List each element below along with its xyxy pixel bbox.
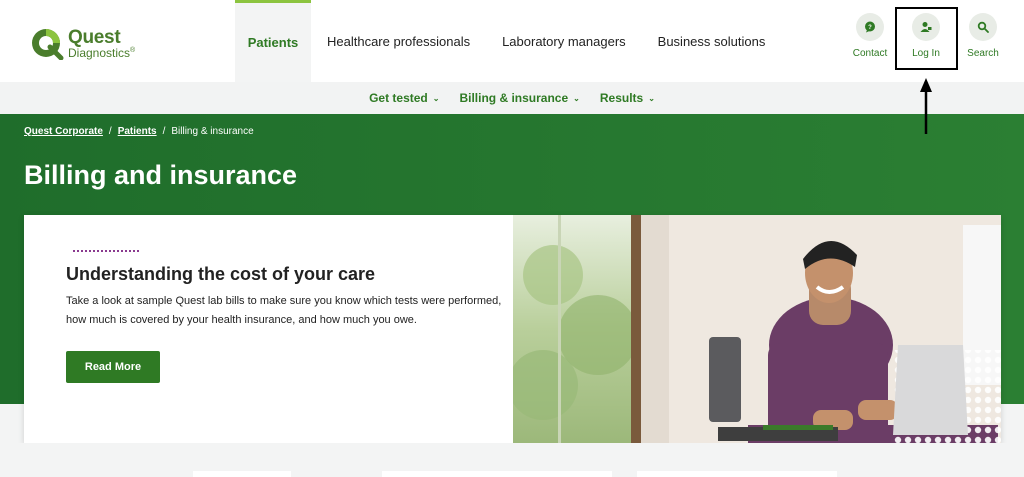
chevron-down-icon: ⌄ <box>432 93 440 103</box>
breadcrumb-patients[interactable]: Patients <box>118 126 157 137</box>
chat-bubble-icon: ? <box>856 13 884 41</box>
chevron-down-icon: ⌄ <box>648 93 655 103</box>
dotted-accent-line <box>73 250 139 252</box>
breadcrumb-current: Billing & insurance <box>171 126 254 137</box>
sub-nav: Get tested ⌄ Billing & insurance ⌄ Results… <box>0 82 1024 114</box>
contact-label: Contact <box>852 48 888 59</box>
nav-item-patients[interactable]: Patients <box>235 0 311 82</box>
nav-item-healthcare-professionals[interactable]: Healthcare professionals <box>311 0 486 82</box>
quest-q-icon <box>30 26 64 61</box>
card-title: Understanding the cost of your care <box>66 264 376 284</box>
page-title: Billing and insurance <box>24 160 298 190</box>
search-icon <box>969 13 997 41</box>
breadcrumb-separator: / <box>108 126 112 137</box>
nav-item-business-solutions[interactable]: Business solutions <box>642 0 782 82</box>
man-on-laptop-photo <box>513 215 1001 443</box>
next-card-stub <box>382 471 612 477</box>
breadcrumb: Quest Corporate / Patients / Billing & i… <box>24 126 254 137</box>
quest-logo[interactable]: Quest Diagnostics® <box>30 26 136 61</box>
logo-name: Quest <box>68 26 121 48</box>
logo-subtitle: Diagnostics® <box>68 45 136 60</box>
read-more-button[interactable]: Read More <box>66 351 160 383</box>
feature-card: Understanding the cost of your care Take… <box>24 215 1001 443</box>
breadcrumb-quest-corporate[interactable]: Quest Corporate <box>24 126 103 137</box>
chevron-down-icon: ⌄ <box>573 93 580 103</box>
main-nav: Patients Healthcare professionals Labora… <box>235 0 781 82</box>
search-label: Search <box>967 48 999 59</box>
next-card-stub <box>193 471 291 477</box>
subnav-get-tested[interactable]: Get tested ⌄ <box>369 91 439 105</box>
svg-text:?: ? <box>868 25 872 31</box>
next-card-stub <box>637 471 837 477</box>
contact-link[interactable]: ? Contact <box>842 0 898 82</box>
breadcrumb-separator: / <box>162 126 166 137</box>
login-highlight-box <box>895 7 958 70</box>
card-body: Take a look at sample Quest lab bills to… <box>66 295 502 326</box>
nav-item-laboratory-managers[interactable]: Laboratory managers <box>486 0 642 82</box>
subnav-results[interactable]: Results ⌄ <box>600 91 655 105</box>
subnav-billing-insurance[interactable]: Billing & insurance ⌄ <box>459 91 579 105</box>
search-link[interactable]: Search <box>955 0 1011 82</box>
top-header: Quest Diagnostics® Patients Healthcare p… <box>0 0 1024 82</box>
